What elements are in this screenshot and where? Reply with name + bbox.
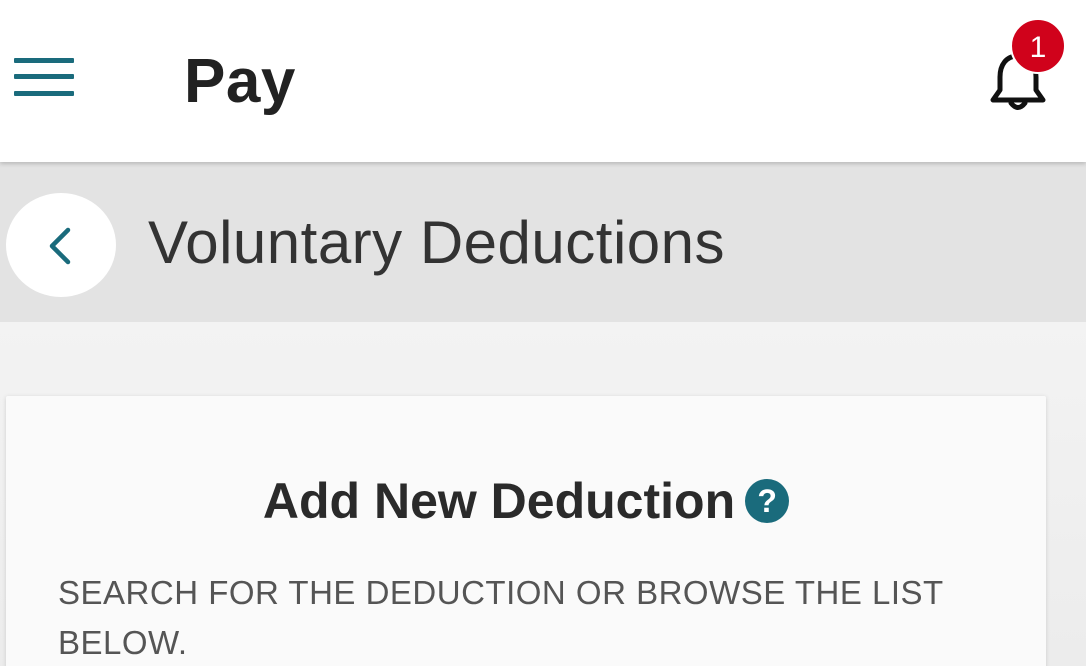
notification-count-badge: 1 [1010,18,1066,74]
menu-bar-line [14,74,74,79]
page-subheader: Voluntary Deductions [0,162,1086,322]
app-title: Pay [184,47,296,116]
hamburger-menu-icon[interactable] [14,58,74,98]
menu-bar-line [14,91,74,96]
menu-bar-line [14,58,74,63]
add-deduction-card: Add New Deduction? SEARCH FOR THE DEDUCT… [6,396,1046,666]
card-title: Add New Deduction [262,473,736,529]
question-circle-icon[interactable]: ? [745,479,790,523]
app-header: Pay 1 [0,0,1086,162]
card-title-row: Add New Deduction? [6,466,1046,536]
back-button[interactable] [6,193,116,297]
page-title: Voluntary Deductions [148,209,726,276]
chevron-left-icon [49,227,71,265]
card-instructions: SEARCH FOR THE DEDUCTION OR BROWSE THE L… [58,574,944,661]
